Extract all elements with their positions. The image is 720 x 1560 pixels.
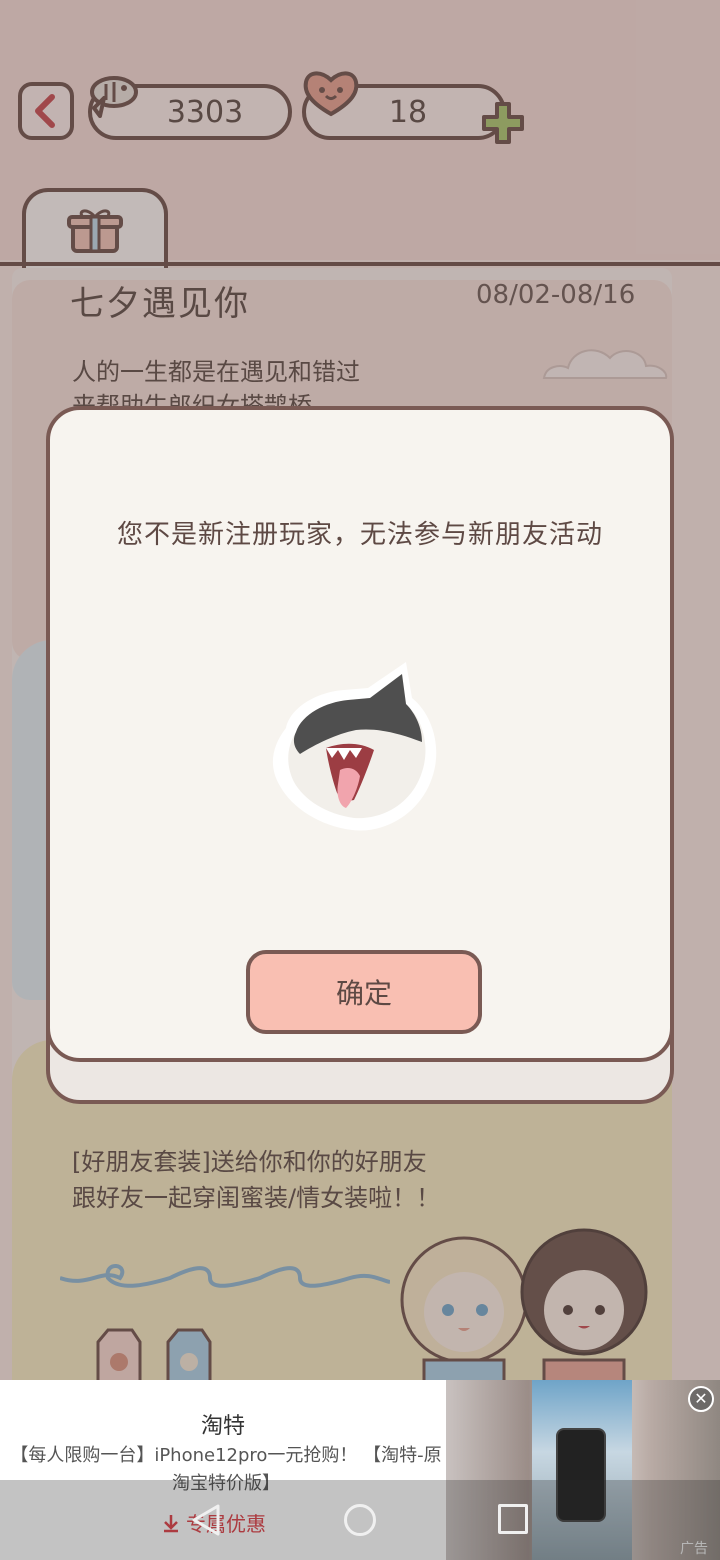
ad-title: 淘特	[200, 1414, 245, 1439]
ad-close-button[interactable]: ✕	[688, 1386, 714, 1412]
yawning-cat-sticker	[272, 662, 437, 831]
notice-dialog: 您不是新注册玩家，无法参与新朋友活动 确定	[46, 406, 674, 1062]
nav-recents-button[interactable]	[498, 1504, 528, 1534]
nav-home-button[interactable]	[344, 1504, 376, 1536]
dialog-message: 您不是新注册玩家，无法参与新朋友活动	[116, 520, 603, 550]
nav-back-icon[interactable]	[188, 1502, 224, 1538]
confirm-button[interactable]: 确定	[246, 950, 482, 1034]
